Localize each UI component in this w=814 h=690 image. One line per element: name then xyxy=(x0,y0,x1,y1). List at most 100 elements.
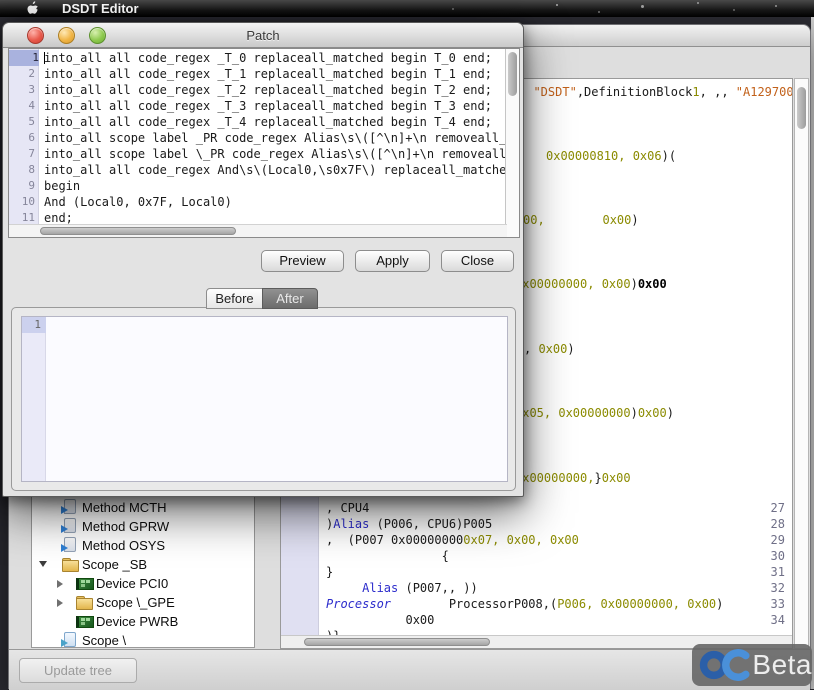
menu-bar: DSDT Editor xyxy=(0,0,814,17)
apply-button[interactable]: Apply xyxy=(355,250,430,272)
code-line[interactable]: )Alias (P006, CPU6)P005 xyxy=(326,516,492,532)
tree-item-label: Method OSYS xyxy=(82,538,165,553)
patch-code-line[interactable]: 2 into_all all code_regex _T_1 replaceall… xyxy=(9,66,519,82)
patch-code-line[interactable]: 7into_all scope label \_PR code_regex Al… xyxy=(9,146,519,162)
code-line[interactable]: Alias (P007,, )) xyxy=(326,580,478,596)
line-number: 2 xyxy=(9,66,35,82)
tree-item-label: Scope \ xyxy=(82,633,126,648)
code-line[interactable]: , (P007 0x000000000x07, 0x00, 0x00 xyxy=(326,532,579,548)
close-window-icon[interactable] xyxy=(27,27,44,44)
tab-before[interactable]: Before xyxy=(206,288,263,309)
line-number: 31 xyxy=(755,564,785,580)
code-text: begin xyxy=(44,178,80,194)
zoom-window-icon[interactable] xyxy=(89,27,106,44)
star-decoration xyxy=(733,9,735,11)
folder-open-icon xyxy=(61,556,78,572)
expand-arrow-icon[interactable] xyxy=(57,599,63,607)
tree-item-scope[interactable]: Scope \ xyxy=(32,631,254,648)
code-fragment: 0x00000000,}0x00 xyxy=(515,470,631,486)
tree-item-method-osys[interactable]: Method OSYS xyxy=(32,536,254,555)
line-number: 1 xyxy=(9,50,39,66)
app-menu-title[interactable]: DSDT Editor xyxy=(62,1,139,16)
text-caret xyxy=(44,52,45,64)
scrollbar-thumb[interactable] xyxy=(304,638,490,646)
code-text: And (Local0, 0x7F, Local0) xyxy=(44,194,232,210)
star-decoration xyxy=(556,4,558,6)
code-line[interactable]: Processor ProcessorP008,(P006, 0x0000000… xyxy=(326,596,723,612)
line-number: 28 xyxy=(755,516,785,532)
patch-code-line[interactable]: 4into_all all code_regex _T_3 replaceall… xyxy=(9,98,519,114)
tree-item-method-gprw[interactable]: Method GPRW xyxy=(32,517,254,536)
tree-item-device-pci0[interactable]: Device PCI0 xyxy=(32,574,254,593)
after-code-line[interactable]: 1 xyxy=(22,317,507,333)
code-fragment: , 0x00) xyxy=(524,341,575,357)
close-button[interactable]: Close xyxy=(441,250,514,272)
method-icon xyxy=(61,518,78,534)
after-result-editor[interactable]: 1 xyxy=(21,316,508,482)
code-text: into_all all code_regex _T_2 replaceall_… xyxy=(44,82,492,98)
line-number: 29 xyxy=(755,532,785,548)
star-decoration xyxy=(598,11,600,13)
line-number: 9 xyxy=(9,178,35,194)
line-number-gutter xyxy=(22,317,46,481)
patch-code-line[interactable]: 8into_all all code_regex And\s\(Local0,\… xyxy=(9,162,519,178)
patch-code-line[interactable]: 5 into_all all code_regex _T_4 replaceall… xyxy=(9,114,519,130)
code-text: into_all scope label \_PR code_regex Ali… xyxy=(44,146,520,162)
patch-code-line[interactable]: 9 begin xyxy=(9,178,519,194)
code-line[interactable]: { xyxy=(326,548,449,564)
tree-item-scope-gpe[interactable]: Scope \_GPE xyxy=(32,593,254,612)
star-decoration xyxy=(697,2,699,4)
line-number: 5 xyxy=(9,114,35,130)
code-text: into_all all code_regex And\s\(Local0,\s… xyxy=(44,162,514,178)
horizontal-scrollbar[interactable] xyxy=(9,224,507,237)
tree-item-label: Method MCTH xyxy=(82,500,167,515)
star-decoration xyxy=(641,5,644,8)
patch-code-line[interactable]: 1 into_all all code_regex _T_0 replaceall… xyxy=(9,50,519,66)
method-icon xyxy=(61,499,78,515)
patch-code-line[interactable]: 3 into_all all code_regex _T_2 replaceall… xyxy=(9,82,519,98)
code-fragment: 0x05, 0x00000000)0x00) xyxy=(515,405,674,421)
tree-item-device-pwrb[interactable]: Device PWRB xyxy=(32,612,254,631)
tree-item-label: Scope _SB xyxy=(82,557,147,572)
line-number: 1 xyxy=(22,317,46,333)
code-text: into_all all code_regex _T_1 replaceall_… xyxy=(44,66,492,82)
scope-icon xyxy=(61,632,78,648)
patch-code-editor[interactable]: 1 into_all all code_regex _T_0 replaceall… xyxy=(8,48,520,238)
scrollbar-thumb[interactable] xyxy=(40,227,236,235)
star-decoration xyxy=(452,8,454,10)
tree-item-method-mcth[interactable]: Method MCTH xyxy=(32,498,254,517)
tree-item-label: Method GPRW xyxy=(82,519,169,534)
code-line[interactable]: , CPU4 xyxy=(326,500,369,516)
tree-item-scope-sb[interactable]: Scope _SB xyxy=(32,555,254,574)
vertical-scrollbar[interactable] xyxy=(505,49,519,237)
line-number: 34 xyxy=(755,612,785,628)
update-tree-button[interactable]: Update tree xyxy=(19,658,137,683)
code-line[interactable]: } xyxy=(326,564,333,580)
scrollbar-thumb[interactable] xyxy=(508,52,517,96)
expand-arrow-icon[interactable] xyxy=(57,580,63,588)
patch-code-line[interactable]: 10And (Local0, 0x7F, Local0) xyxy=(9,194,519,210)
watermark-label: Beta xyxy=(752,649,812,681)
preview-button[interactable]: Preview xyxy=(261,250,344,272)
code-text: into_all all code_regex _T_0 replaceall_… xyxy=(44,50,492,66)
line-number: 3 xyxy=(9,82,35,98)
collapse-arrow-icon[interactable] xyxy=(39,561,47,567)
line-number: 33 xyxy=(755,596,785,612)
patch-titlebar[interactable]: Patch xyxy=(3,23,523,48)
method-icon xyxy=(61,537,78,553)
patch-code-line[interactable]: 6into_all scope label _PR code_regex Ali… xyxy=(9,130,519,146)
pcbeta-watermark: Beta xyxy=(692,644,812,686)
minimize-window-icon[interactable] xyxy=(58,27,75,44)
scrollbar-thumb[interactable] xyxy=(797,87,806,129)
code-text: into_all all code_regex _T_4 replaceall_… xyxy=(44,114,492,130)
tab-after[interactable]: After xyxy=(262,288,318,309)
code-fragment: 0x00000000, 0x00)0x00 xyxy=(515,276,667,292)
folder-icon xyxy=(75,594,92,610)
code-fragment: , "DSDT",DefinitionBlock1, ,, "A129700 xyxy=(519,84,793,100)
apple-menu-icon[interactable] xyxy=(25,1,39,16)
line-number: 32 xyxy=(755,580,785,596)
patch-dialog-title: Patch xyxy=(3,23,523,48)
vertical-scrollbar[interactable] xyxy=(794,78,809,649)
code-line[interactable]: 0x00 xyxy=(326,612,434,628)
code-text: into_all scope label _PR code_regex Alia… xyxy=(44,130,520,146)
